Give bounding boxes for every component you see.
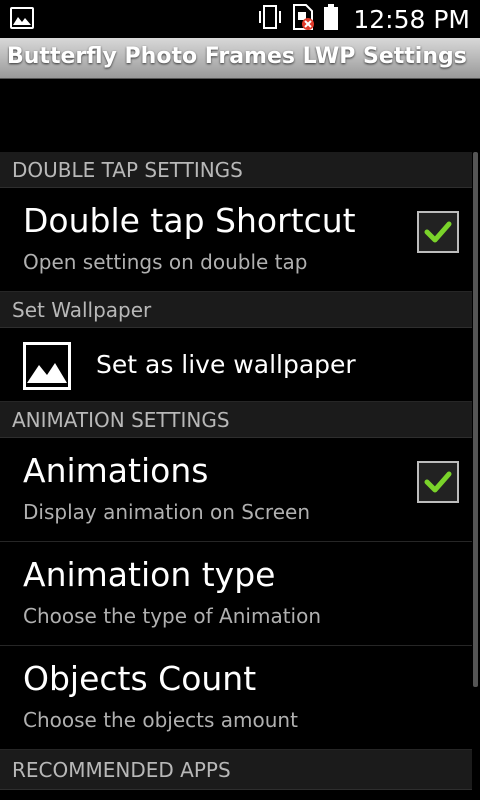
- section-header-double-tap: DOUBLE TAP SETTINGS: [0, 152, 472, 188]
- blank-area: [0, 79, 480, 152]
- pref-title: Animation type: [23, 555, 276, 594]
- app-title: Butterfly Photo Frames LWP Settings: [7, 44, 467, 69]
- pref-title: Objects Count: [23, 659, 257, 698]
- pref-set-live-wallpaper[interactable]: Set as live wallpaper: [0, 328, 472, 402]
- section-header-wallpaper: Set Wallpaper: [0, 292, 472, 328]
- pref-title: Animations: [23, 451, 209, 490]
- pref-summary: Open settings on double tap: [23, 250, 308, 274]
- pref-animations[interactable]: Animations Display animation on Screen: [0, 438, 472, 542]
- vibrate-icon: [257, 3, 283, 35]
- section-header-recommended: RECOMMENDED APPS: [0, 750, 472, 790]
- check-icon: [424, 471, 452, 493]
- battery-icon: [323, 3, 339, 35]
- gallery-notification-icon: [10, 7, 34, 29]
- pref-summary: Choose the objects amount: [23, 708, 298, 732]
- pref-double-tap-shortcut[interactable]: Double tap Shortcut Open settings on dou…: [0, 188, 472, 292]
- wallpaper-icon: [23, 342, 71, 390]
- scrollbar-thumb[interactable]: [473, 152, 478, 687]
- pref-title: Double tap Shortcut: [23, 201, 356, 240]
- section-header-animation: ANIMATION SETTINGS: [0, 402, 472, 438]
- preferences-list[interactable]: DOUBLE TAP SETTINGS Double tap Shortcut …: [0, 152, 472, 790]
- pref-summary: Display animation on Screen: [23, 500, 311, 524]
- title-bar: Butterfly Photo Frames LWP Settings: [0, 38, 480, 79]
- check-icon: [424, 221, 452, 243]
- clock: 12:58 PM: [353, 4, 470, 34]
- double-tap-checkbox[interactable]: [417, 211, 459, 253]
- status-bar: 12:58 PM: [0, 0, 480, 38]
- pref-objects-count[interactable]: Objects Count Choose the objects amount: [0, 646, 472, 750]
- pref-title: Set as live wallpaper: [96, 350, 356, 379]
- animations-checkbox[interactable]: [417, 461, 459, 503]
- pref-animation-type[interactable]: Animation type Choose the type of Animat…: [0, 542, 472, 646]
- no-sim-icon: [291, 3, 315, 35]
- pref-summary: Choose the type of Animation: [23, 604, 322, 628]
